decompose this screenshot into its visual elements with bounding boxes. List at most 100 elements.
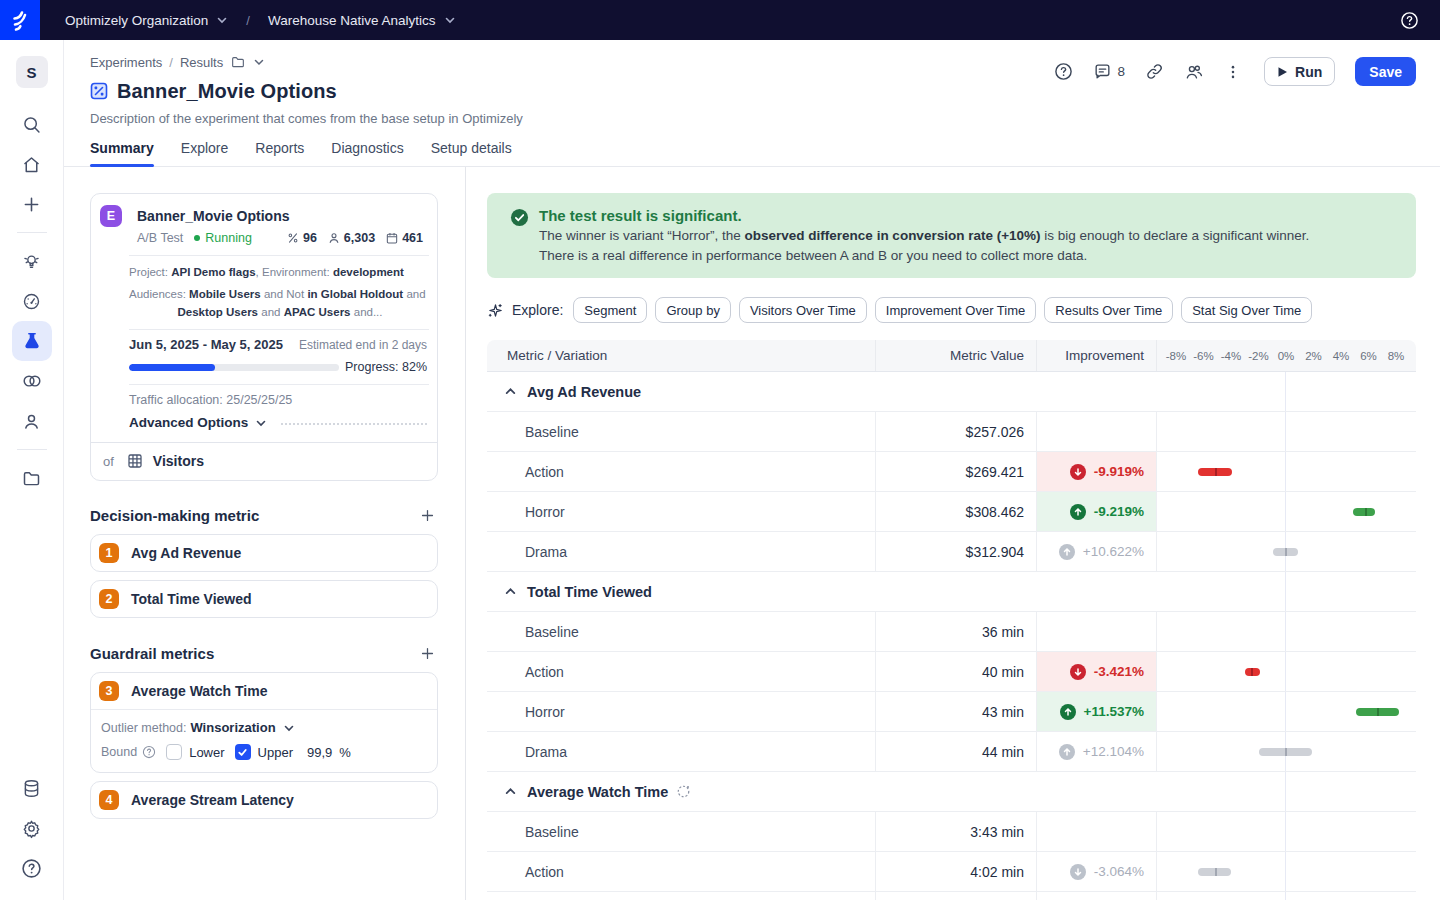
settings-icon[interactable] <box>12 808 52 848</box>
info-icon[interactable] <box>142 745 156 759</box>
chevron-down-icon[interactable] <box>283 722 295 734</box>
create-icon[interactable] <box>12 184 52 224</box>
workspace-avatar[interactable]: S <box>16 56 48 88</box>
audiences-icon[interactable] <box>12 361 52 401</box>
tab-diagnostics[interactable]: Diagnostics <box>331 140 403 166</box>
home-icon[interactable] <box>12 144 52 184</box>
metric-card-4[interactable]: 4 Average Stream Latency <box>90 781 438 819</box>
data-icon[interactable] <box>12 768 52 808</box>
metric-card-3[interactable]: 3 Average Watch Time Outlier method: Win… <box>90 672 438 773</box>
page: Optimizely Organization / Warehouse Nati… <box>0 0 1440 900</box>
col-improvement: Improvement <box>1036 340 1156 371</box>
date-range: Jun 5, 2025 - May 5, 2025 <box>129 337 283 352</box>
metric-card-2[interactable]: 2 Total Time Viewed <box>90 580 438 618</box>
stat-sig-over-time-button[interactable]: Stat Sig Over Time <box>1181 297 1312 323</box>
results-section: The test result is significant. The winn… <box>487 193 1416 900</box>
arrow-up-circle-icon <box>1059 744 1075 760</box>
comments-button[interactable]: 8 <box>1093 62 1126 81</box>
advanced-options[interactable]: Advanced Options <box>91 407 437 442</box>
group-by-button[interactable]: Group by <box>655 297 730 323</box>
project-switcher[interactable]: Warehouse Native Analytics <box>268 13 456 28</box>
tab-explore[interactable]: Explore <box>181 140 228 166</box>
org-switcher[interactable]: Optimizely Organization <box>65 13 228 28</box>
experiment-meta: Project: API Demo flags, Environment: de… <box>91 256 437 329</box>
share-link-icon[interactable] <box>1145 62 1164 81</box>
chevron-down-icon <box>255 417 267 429</box>
chevron-down-icon[interactable] <box>253 56 265 68</box>
tab-summary[interactable]: Summary <box>90 140 154 166</box>
col-metric-value: Metric Value <box>875 340 1036 371</box>
bound-value-input[interactable]: 99,9 <box>307 745 332 760</box>
table-row[interactable]: Drama 44 min +12.104% <box>487 732 1416 772</box>
optimizely-logo[interactable] <box>0 0 40 40</box>
banner-line-2: There is a real difference in performanc… <box>539 246 1309 266</box>
table-row[interactable]: Action 40 min -3.421% <box>487 652 1416 692</box>
collaborators-icon[interactable] <box>1184 62 1204 82</box>
decision-metric-heading: Decision-making metric <box>90 507 259 524</box>
experiment-type-icon <box>90 82 108 100</box>
comments-count: 8 <box>1118 64 1126 79</box>
tab-reports[interactable]: Reports <box>255 140 304 166</box>
help-icon[interactable] <box>12 848 52 888</box>
experiment-description: Description of the experiment that comes… <box>90 111 1440 126</box>
arrow-down-circle-icon <box>1070 664 1086 680</box>
search-icon[interactable] <box>12 104 52 144</box>
table-row[interactable]: Action $269.421 -9.919% <box>487 452 1416 492</box>
run-button[interactable]: Run <box>1264 57 1335 86</box>
metric-group-header[interactable]: Avg Ad Revenue <box>487 372 1416 412</box>
experiments-icon[interactable] <box>12 321 52 361</box>
help-circle-icon[interactable] <box>1054 62 1073 81</box>
table-grid-icon <box>126 452 144 470</box>
upper-checkbox[interactable] <box>235 744 251 760</box>
gauge-icon[interactable] <box>12 281 52 321</box>
outlier-method-value[interactable]: Winsorization <box>190 720 275 735</box>
lower-checkbox[interactable] <box>166 744 182 760</box>
explore-label: Explore: <box>512 302 563 318</box>
outlier-method-label: Outlier method: <box>101 721 186 735</box>
metric-group-header[interactable]: Average Watch Time <box>487 772 1416 812</box>
table-row[interactable]: Baseline 3:43 min <box>487 812 1416 852</box>
tab-setup-details[interactable]: Setup details <box>431 140 512 166</box>
metric-number-badge: 4 <box>99 790 119 810</box>
sidebar-divider <box>17 449 47 450</box>
folders-icon[interactable] <box>12 458 52 498</box>
tab-bar: Summary Explore Reports Diagnostics Setu… <box>64 140 1440 167</box>
metric-group-header[interactable]: Total Time Viewed <box>487 572 1416 612</box>
table-row[interactable]: Drama $312.904 +10.622% <box>487 532 1416 572</box>
calendar-icon <box>385 231 399 245</box>
breadcrumb-results[interactable]: Results <box>180 55 223 70</box>
page-title: Banner_Movie Options <box>117 80 337 103</box>
segment-button[interactable]: Segment <box>573 297 647 323</box>
stat-days: 461 <box>385 231 423 245</box>
add-metric-icon[interactable] <box>419 645 436 662</box>
experiment-badge: E <box>100 205 122 227</box>
top-navigation-bar: Optimizely Organization / Warehouse Nati… <box>0 0 1440 40</box>
table-row[interactable]: Action 4:02 min -3.064% <box>487 852 1416 892</box>
col-metric-variation: Metric / Variation <box>487 340 875 371</box>
table-row[interactable] <box>487 892 1416 900</box>
guardrail-metrics-heading: Guardrail metrics <box>90 645 214 662</box>
more-options-icon[interactable] <box>1224 63 1242 81</box>
metric-denominator-row[interactable]: of Visitors <box>91 442 437 480</box>
arrow-up-circle-icon <box>1060 704 1076 720</box>
table-row[interactable]: Horror 43 min +11.537% <box>487 692 1416 732</box>
profile-icon[interactable] <box>12 401 52 441</box>
folder-icon[interactable] <box>230 54 246 70</box>
play-icon <box>1277 66 1288 78</box>
table-row[interactable]: Baseline 36 min <box>487 612 1416 652</box>
status-dot <box>194 235 200 241</box>
visitors-over-time-button[interactable]: Visitors Over Time <box>739 297 867 323</box>
status-label: Running <box>205 231 252 245</box>
add-metric-icon[interactable] <box>419 507 436 524</box>
table-row[interactable]: Horror $308.462 -9.219% <box>487 492 1416 532</box>
save-button[interactable]: Save <box>1355 57 1416 86</box>
table-row[interactable]: Baseline $257.026 <box>487 412 1416 452</box>
ideas-icon[interactable] <box>12 241 52 281</box>
results-over-time-button[interactable]: Results Over Time <box>1044 297 1173 323</box>
improvement-over-time-button[interactable]: Improvement Over Time <box>875 297 1036 323</box>
help-icon[interactable] <box>1400 11 1419 30</box>
metric-card-1[interactable]: 1 Avg Ad Revenue <box>90 534 438 572</box>
panel-divider <box>465 167 466 900</box>
collapse-icon <box>504 785 517 798</box>
breadcrumb-experiments[interactable]: Experiments <box>90 55 162 70</box>
